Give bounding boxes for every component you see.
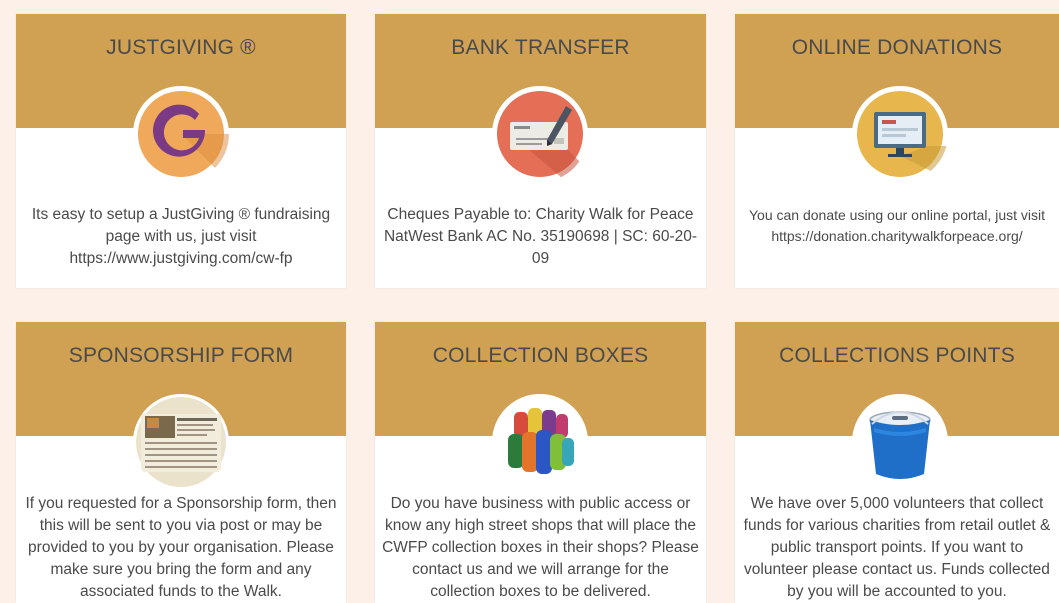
collection-boxes-image[interactable] [492,394,588,490]
cheque-pen-icon[interactable] [492,86,588,182]
justgiving-g-logo-icon[interactable] [133,86,229,182]
card-title: COLLECTIONS POINTS [779,344,1015,367]
card-title: COLLECTION BOXES [432,344,649,367]
card-description: If you requested for a Sponsorship form,… [25,495,337,600]
card-title: SPONSORSHIP FORM [68,344,294,367]
card-description: Cheques Payable to: Charity Walk for Pea… [383,206,698,267]
card-collections-points: COLLECTIONS POINTS We have over 5,000 vo… [735,322,1059,603]
card-description: Do you have business with public access … [382,495,699,600]
computer-monitor-icon[interactable] [852,86,948,182]
card-description: We have over 5,000 volunteers that colle… [743,495,1051,600]
card-description: Its easy to setup a JustGiving ® fundrai… [31,206,331,267]
card-title: ONLINE DONATIONS [791,36,1003,59]
blue-bucket-image[interactable] [852,394,948,490]
card-collection-boxes: COLLECTION BOXES Do you have business wi… [375,322,706,603]
card-description: You can donate using our online portal, … [748,207,1045,244]
card-sponsorship-form: SPONSORSHIP FORM If you requested for a … [16,322,346,603]
card-online-donations: ONLINE DONATIONS You can donate using ou… [735,14,1059,288]
card-title: BANK TRANSFER [451,36,630,59]
sponsorship-form-image[interactable] [133,394,229,490]
card-bank-transfer: BANK TRANSFER Cheques Payable to: Charit… [375,14,706,288]
card-title: JUSTGIVING ® [106,36,256,59]
card-justgiving: JUSTGIVING ® Its easy to setup a JustGiv… [16,14,346,288]
